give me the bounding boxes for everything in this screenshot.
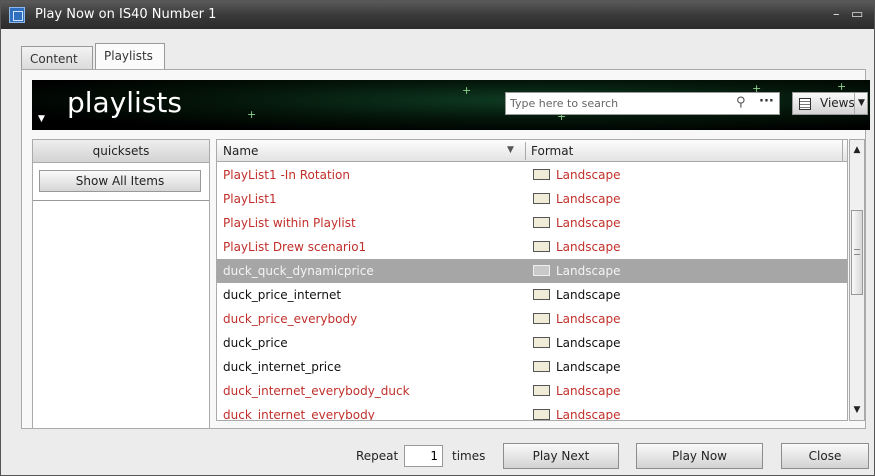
table-row[interactable]: PlayList Drew scenario1 Landscape	[217, 235, 847, 259]
column-divider[interactable]	[842, 140, 843, 162]
chevron-down-icon[interactable]: ▼	[854, 93, 868, 114]
row-format: Landscape	[556, 264, 621, 278]
search-box: ⚲ ···	[505, 92, 780, 115]
tab-playlists[interactable]: Playlists	[95, 43, 165, 70]
row-name: duck_price_internet	[223, 288, 342, 302]
search-icon[interactable]: ⚲	[736, 95, 746, 110]
scroll-thumb[interactable]	[851, 210, 863, 295]
table-row[interactable]: duck_internet_everybody Landscape	[217, 403, 847, 421]
landscape-icon	[533, 241, 550, 252]
column-divider[interactable]	[525, 142, 526, 160]
row-format: Landscape	[556, 360, 621, 374]
table-row[interactable]: PlayList1 Landscape	[217, 187, 847, 211]
landscape-icon	[533, 193, 550, 204]
column-header-format[interactable]: Format	[531, 144, 573, 158]
row-name: duck_internet_everybody_duck	[223, 384, 410, 398]
app-icon	[9, 7, 25, 23]
landscape-icon	[533, 289, 550, 300]
maximize-icon[interactable]: ▭	[851, 7, 863, 22]
footer-bar: Repeat times Play Next Play Now Close	[1, 437, 874, 475]
table-row[interactable]: duck_price Landscape	[217, 331, 847, 355]
row-format: Landscape	[556, 288, 621, 302]
tab-content[interactable]: Content	[21, 46, 93, 70]
more-options-icon[interactable]: ···	[759, 94, 774, 109]
table-row[interactable]: duck_price_internet Landscape	[217, 283, 847, 307]
grid-view-icon	[799, 98, 811, 110]
row-name: PlayList1 -In Rotation	[223, 168, 350, 182]
vertical-scrollbar[interactable]: ▲ ▼	[849, 139, 865, 421]
table-row-selected[interactable]: duck_quck_dynamicprice Landscape	[217, 259, 847, 283]
row-format: Landscape	[556, 168, 621, 182]
row-format: Landscape	[556, 336, 621, 350]
row-format: Landscape	[556, 192, 621, 206]
row-name: duck_quck_dynamicprice	[223, 264, 374, 278]
row-format: Landscape	[556, 312, 621, 326]
landscape-icon	[533, 217, 550, 228]
repeat-label: Repeat	[356, 449, 399, 463]
landscape-icon	[533, 361, 550, 372]
table-row[interactable]: duck_price_everybody Landscape	[217, 307, 847, 331]
playlists-panel: + + + + + playlists ▼ ⚲ ··· Views ▼ quic…	[21, 69, 870, 429]
column-header-name[interactable]: Name	[223, 144, 258, 158]
views-button[interactable]: Views ▼	[792, 92, 868, 115]
row-name: PlayList1	[223, 192, 277, 206]
scroll-down-icon[interactable]: ▼	[850, 402, 864, 418]
landscape-icon	[533, 337, 550, 348]
landscape-icon	[533, 313, 550, 324]
scroll-up-icon[interactable]: ▲	[850, 142, 864, 158]
table-header: Name ▼ Format	[217, 140, 847, 162]
row-name: duck_price	[223, 336, 288, 350]
title-bar[interactable]: Play Now on IS40 Number 1 – ▭	[1, 1, 874, 29]
banner-menu-icon[interactable]: ▼	[38, 114, 45, 124]
playlist-table: Name ▼ Format PlayList1 -In Rotation Lan…	[216, 139, 848, 421]
playlists-banner: + + + + + playlists ▼ ⚲ ··· Views ▼	[32, 80, 870, 130]
row-format: Landscape	[556, 384, 621, 398]
row-name: PlayList within Playlist	[223, 216, 356, 230]
banner-heading: playlists	[67, 86, 182, 119]
times-label: times	[452, 449, 486, 463]
table-row[interactable]: PlayList within Playlist Landscape	[217, 211, 847, 235]
table-row[interactable]: duck_internet_everybody_duck Landscape	[217, 379, 847, 403]
sort-desc-icon[interactable]: ▼	[507, 145, 514, 155]
play-next-button[interactable]: Play Next	[503, 443, 619, 469]
row-format: Landscape	[556, 240, 621, 254]
minimize-icon[interactable]: –	[833, 7, 840, 22]
row-format: Landscape	[556, 216, 621, 230]
row-name: duck_price_everybody	[223, 312, 358, 326]
show-all-items-button[interactable]: Show All Items	[39, 170, 201, 192]
landscape-icon	[533, 385, 550, 396]
views-label: Views	[820, 96, 855, 110]
row-format: Landscape	[556, 408, 621, 421]
sparkle-icon: +	[247, 108, 257, 121]
play-now-button[interactable]: Play Now	[636, 443, 763, 469]
close-button[interactable]: Close	[781, 443, 869, 469]
row-name: PlayList Drew scenario1	[223, 240, 367, 254]
play-now-window: Play Now on IS40 Number 1 – ▭ Content Pl…	[0, 0, 875, 476]
landscape-icon	[533, 265, 550, 276]
grip-icon	[854, 249, 860, 255]
repeat-count-input[interactable]	[404, 445, 443, 467]
sparkle-icon: +	[462, 84, 472, 97]
divider	[33, 200, 209, 201]
row-name: duck_internet_everybody	[223, 408, 375, 421]
row-name: duck_internet_price	[223, 360, 342, 374]
landscape-icon	[533, 169, 550, 180]
window-title: Play Now on IS40 Number 1	[35, 7, 217, 22]
quicksets-pane: quicksets Show All Items	[32, 139, 210, 429]
landscape-icon	[533, 409, 550, 420]
search-input[interactable]	[506, 93, 726, 114]
quicksets-header: quicksets	[33, 140, 209, 163]
table-row[interactable]: duck_internet_price Landscape	[217, 355, 847, 379]
table-row[interactable]: PlayList1 -In Rotation Landscape	[217, 163, 847, 187]
